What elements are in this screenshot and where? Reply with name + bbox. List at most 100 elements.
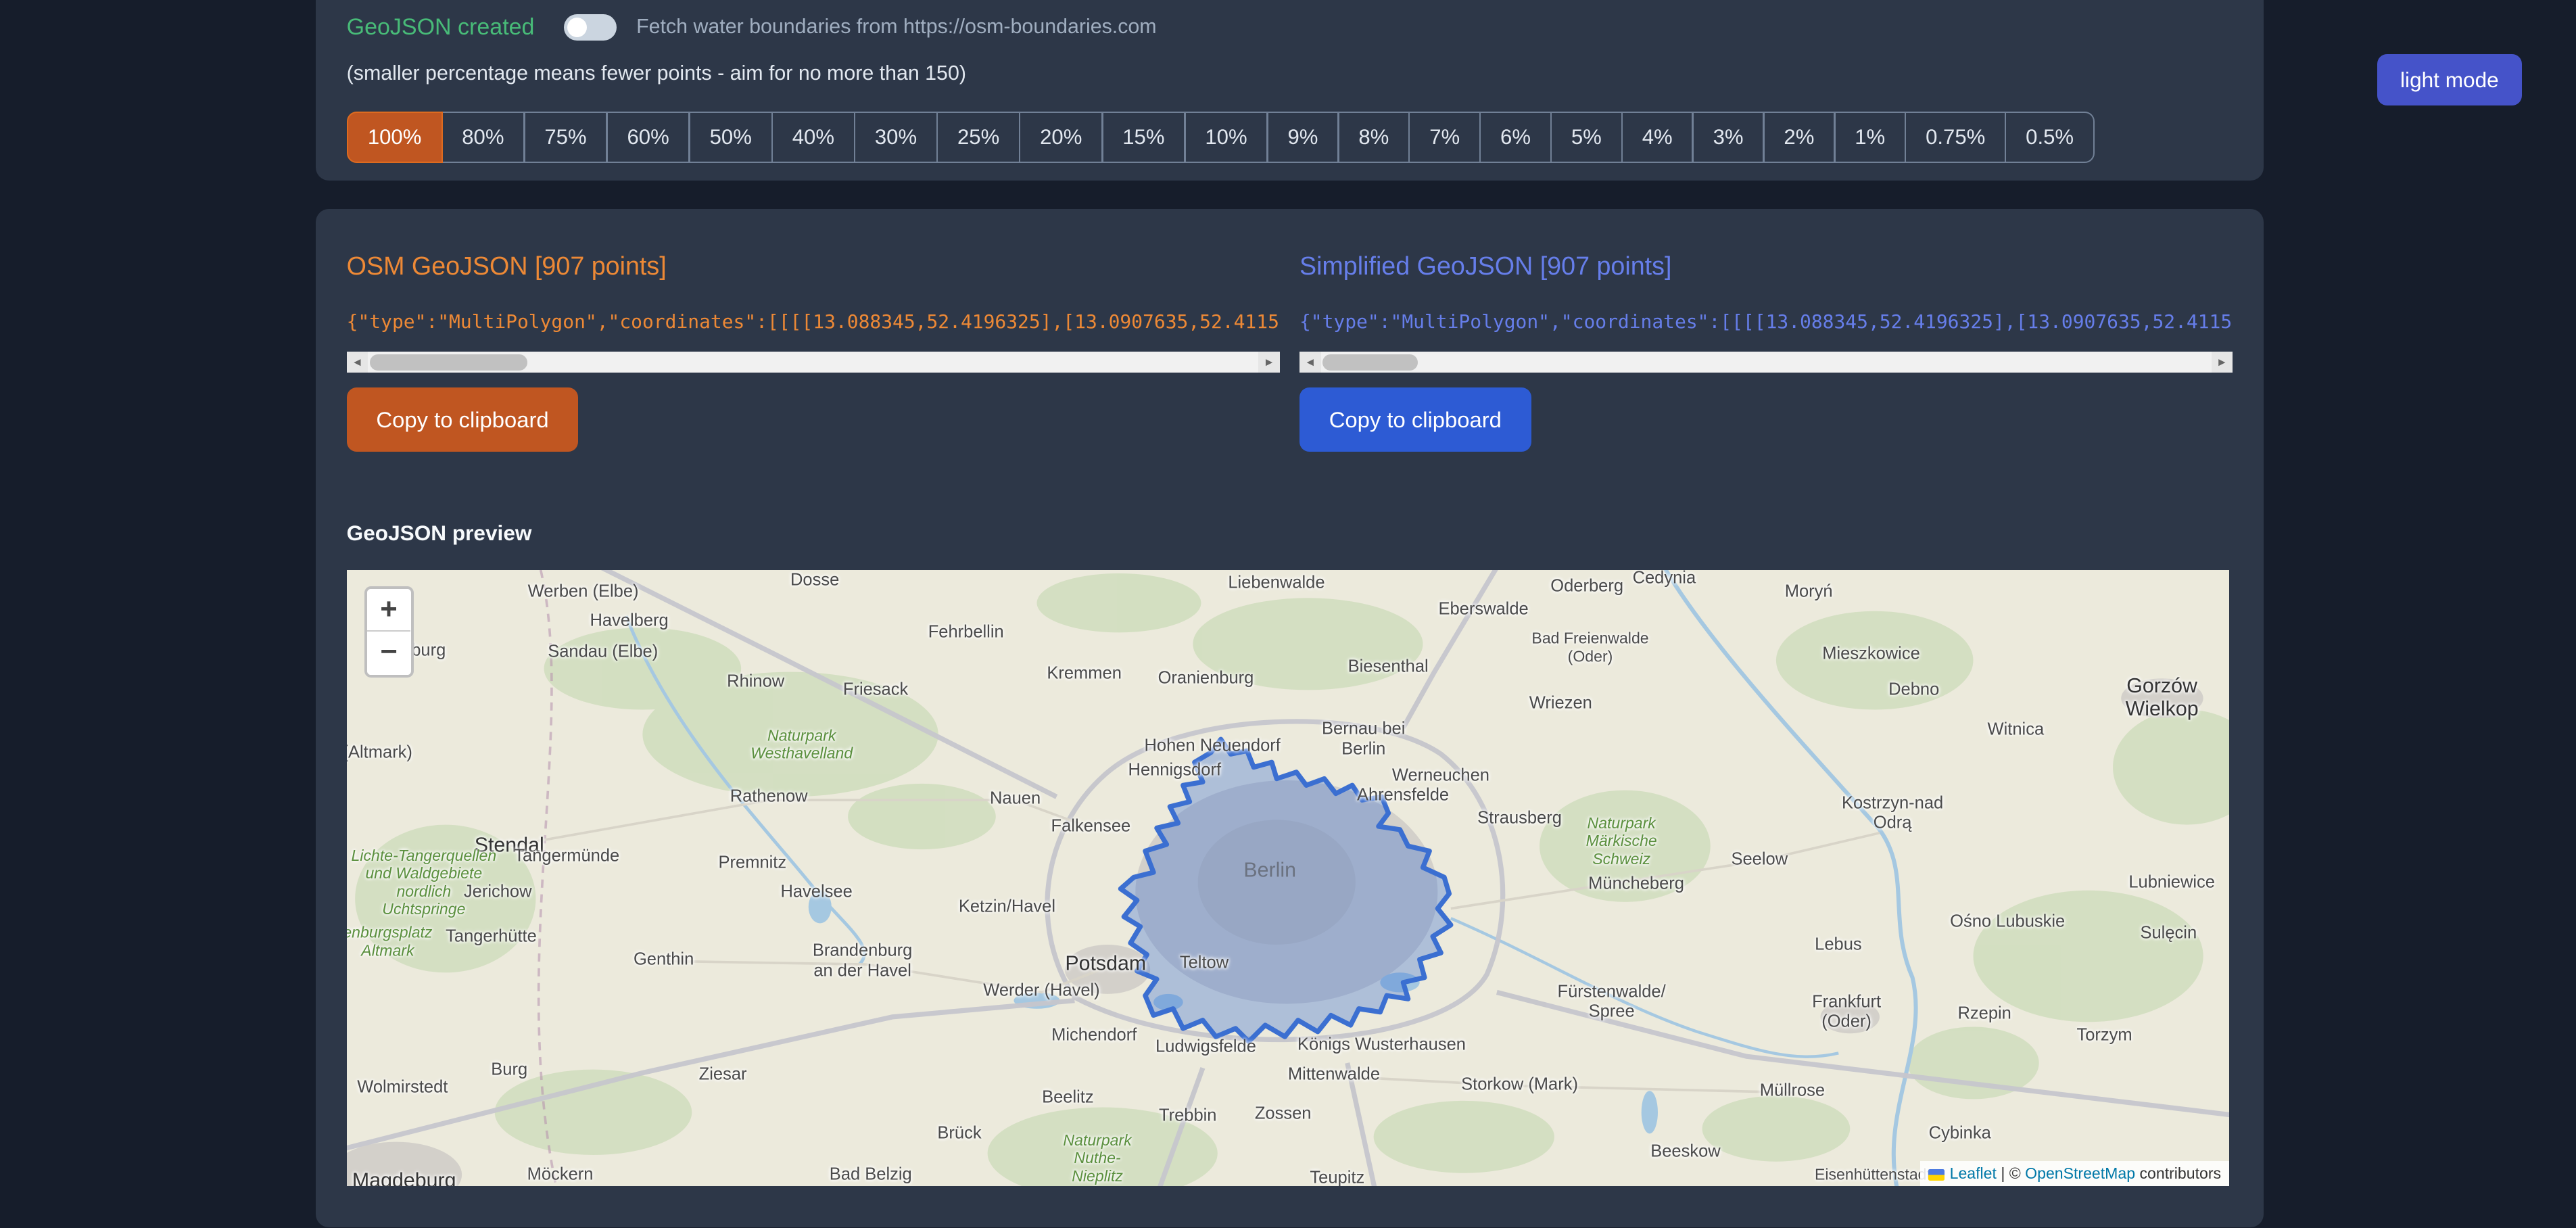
map-label: Hennigsdorf xyxy=(1128,761,1222,780)
percent-button-7[interactable]: 7% xyxy=(1408,112,1481,162)
status-text: GeoJSON created xyxy=(347,14,535,41)
simplified-geojson-title: Simplified GeoJSON [907 points] xyxy=(1299,252,2233,283)
percent-button-4[interactable]: 4% xyxy=(1621,112,1694,162)
osm-geojson-column: OSM GeoJSON [907 points] {"type":"MultiP… xyxy=(347,252,1280,452)
map-label: Potsdam xyxy=(1065,953,1146,976)
percent-button-5[interactable]: 5% xyxy=(1550,112,1623,162)
map[interactable]: DosseWerben (Elbe)LiebenwaldeCedyniaOder… xyxy=(347,570,2230,1186)
percent-button-30[interactable]: 30% xyxy=(854,112,938,162)
percentage-button-group: 100%80%75%60%50%40%30%25%20%15%10%9%8%7%… xyxy=(347,112,2095,162)
page: light mode GeoJSON created Fetch water b… xyxy=(0,0,2576,1227)
openstreetmap-link[interactable]: OpenStreetMap xyxy=(2025,1164,2135,1182)
map-label: Rhinow xyxy=(727,672,784,692)
map-label: Ośno Lubuskie xyxy=(1950,912,2065,931)
scroll-left-arrow[interactable]: ◄ xyxy=(347,352,368,373)
map-label: Rzepin xyxy=(1957,1003,2011,1023)
percent-button-0.75[interactable]: 0.75% xyxy=(1905,112,2006,162)
osm-json-scrollbar[interactable]: ◄ ► xyxy=(347,352,1280,373)
percentage-hint: (smaller percentage means fewer points -… xyxy=(347,62,2233,87)
percent-button-40[interactable]: 40% xyxy=(771,112,856,162)
percent-button-75[interactable]: 75% xyxy=(523,112,608,162)
map-label: Lebus xyxy=(1815,935,1861,954)
percent-button-25[interactable]: 25% xyxy=(936,112,1021,162)
map-label: Berlin xyxy=(1243,859,1296,882)
map-label: Ziesar xyxy=(699,1064,747,1084)
percent-button-2[interactable]: 2% xyxy=(1763,112,1835,162)
percent-button-1[interactable]: 1% xyxy=(1834,112,1906,162)
map-label: Liebenwalde xyxy=(1228,573,1325,593)
percent-button-6[interactable]: 6% xyxy=(1479,112,1552,162)
map-label: Moryń xyxy=(1785,582,1833,601)
simplified-geojson-output[interactable]: {"type":"MultiPolygon","coordinates":[[[… xyxy=(1299,309,2233,335)
percent-button-20[interactable]: 20% xyxy=(1019,112,1103,162)
scroll-right-arrow[interactable]: ► xyxy=(2212,352,2233,373)
map-label: Wriezen xyxy=(1529,693,1592,713)
zoom-in-button[interactable]: + xyxy=(367,589,410,632)
map-label: Gorzów Wielkop xyxy=(2126,675,2199,722)
osm-geojson-output[interactable]: {"type":"MultiPolygon","coordinates":[[[… xyxy=(347,309,1280,335)
map-label: enburgsplatz Altmark xyxy=(347,924,433,960)
map-label: Sandau (Elbe) xyxy=(548,642,658,662)
map-labels-layer: DosseWerben (Elbe)LiebenwaldeCedyniaOder… xyxy=(347,570,2230,1186)
map-label: Zossen xyxy=(1255,1104,1312,1124)
map-label: Storkow (Mark) xyxy=(1461,1074,1578,1094)
scroll-left-arrow[interactable]: ◄ xyxy=(1299,352,1321,373)
map-label: Torzym xyxy=(2076,1025,2132,1045)
map-label: Premnitz xyxy=(719,853,787,872)
map-label: Trebbin xyxy=(1159,1106,1217,1125)
map-label: Ahrensfelde xyxy=(1357,785,1449,805)
leaflet-link[interactable]: Leaflet xyxy=(1950,1164,1997,1182)
percent-button-80[interactable]: 80% xyxy=(441,112,525,162)
copy-osm-button[interactable]: Copy to clipboard xyxy=(347,387,579,452)
water-boundaries-toggle[interactable] xyxy=(564,14,617,41)
simplified-json-scrollbar[interactable]: ◄ ► xyxy=(1299,352,2233,373)
map-label: Müllrose xyxy=(1760,1081,1825,1101)
percent-button-50[interactable]: 50% xyxy=(688,112,773,162)
zoom-out-button[interactable]: − xyxy=(367,632,410,674)
percent-button-3[interactable]: 3% xyxy=(1692,112,1764,162)
scroll-thumb[interactable] xyxy=(1322,354,1418,371)
map-attribution: Leaflet | © OpenStreetMap contributors xyxy=(1920,1161,2229,1186)
scroll-right-arrow[interactable]: ► xyxy=(1258,352,1280,373)
map-label: Frankfurt (Oder) xyxy=(1812,992,1881,1032)
map-label: Naturpark Westhavelland xyxy=(750,726,853,762)
map-label: Beeskow xyxy=(1650,1141,1720,1161)
map-label: Müncheberg xyxy=(1588,874,1684,893)
map-label: Eisenhüttenstadt xyxy=(1815,1166,1931,1184)
status-row: GeoJSON created Fetch water boundaries f… xyxy=(347,13,2233,41)
map-label: Cybinka xyxy=(1929,1124,1991,1143)
map-label: Oderberg xyxy=(1550,577,1623,596)
map-label: Bernau bei Berlin xyxy=(1322,719,1405,759)
map-label: Eberswalde xyxy=(1438,600,1528,619)
light-mode-button[interactable]: light mode xyxy=(2377,54,2522,105)
map-label: Fürstenwalde/ Spree xyxy=(1558,983,1666,1022)
map-label: Beelitz xyxy=(1042,1087,1094,1107)
scroll-thumb[interactable] xyxy=(370,354,527,371)
geojson-columns: OSM GeoJSON [907 points] {"type":"MultiP… xyxy=(347,252,2233,452)
percent-button-15[interactable]: 15% xyxy=(1101,112,1186,162)
map-label: Kremmen xyxy=(1047,663,1122,683)
percent-button-100[interactable]: 100% xyxy=(347,112,443,162)
map-label: Brück xyxy=(937,1124,981,1143)
attribution-separator: | © xyxy=(1997,1164,2025,1182)
map-label: Genthin xyxy=(634,949,694,969)
map-label: Havelberg xyxy=(590,611,668,631)
map-label: Königs Wusterhausen xyxy=(1297,1035,1466,1055)
content-column: GeoJSON created Fetch water boundaries f… xyxy=(316,0,2264,1227)
map-label: Cedynia xyxy=(1633,570,1696,588)
map-label: Werben (Elbe) xyxy=(528,582,639,601)
map-zoom-control: + − xyxy=(364,586,414,677)
percent-button-0.5[interactable]: 0.5% xyxy=(2005,112,2095,162)
percent-button-9[interactable]: 9% xyxy=(1266,112,1339,162)
percent-button-60[interactable]: 60% xyxy=(606,112,690,162)
map-label: Sulęcin xyxy=(2140,923,2197,943)
percent-button-8[interactable]: 8% xyxy=(1337,112,1410,162)
copy-simplified-button[interactable]: Copy to clipboard xyxy=(1299,387,1531,452)
percent-button-10[interactable]: 10% xyxy=(1184,112,1268,162)
map-label: Burg xyxy=(491,1060,527,1079)
map-label: Nauen xyxy=(990,788,1041,808)
map-label: Tangerhütte xyxy=(446,926,537,946)
osm-geojson-title: OSM GeoJSON [907 points] xyxy=(347,252,1280,283)
map-label: Hohen Neuendorf xyxy=(1145,736,1281,755)
map-label: Tangermünde xyxy=(514,846,619,866)
